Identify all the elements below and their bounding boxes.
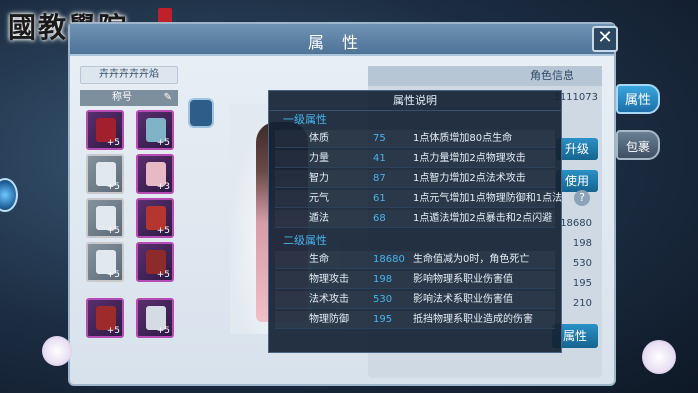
equip-slot-helmet[interactable]: +5 xyxy=(136,110,174,150)
table-row: 法术攻击 530 影响法术系职业伤害值 xyxy=(275,291,555,309)
equip-slot-bracer[interactable]: +5 xyxy=(86,154,124,194)
section-secondary-title: 二级属性 xyxy=(283,234,327,247)
table-row: 体质 75 1点体质增加80点生命 xyxy=(275,130,555,148)
flower-decoration xyxy=(642,340,676,374)
upgrade-button[interactable]: 升级 xyxy=(556,138,598,160)
player-name: 卉卉卉卉卉焰 xyxy=(80,66,178,84)
table-row: 遁法 68 1点遁法增加2点暴击和2点闪避 xyxy=(275,210,555,228)
tooltip-title: 属性说明 xyxy=(269,91,561,111)
window-title: 属性 xyxy=(307,33,376,52)
title-bar: 属性 ✕ xyxy=(70,24,618,56)
equip-slot-weapon[interactable]: +5 xyxy=(86,110,124,150)
help-icon[interactable]: ? xyxy=(574,190,590,206)
close-icon[interactable]: ✕ xyxy=(592,26,618,52)
edit-icon[interactable]: ✎ xyxy=(164,90,172,106)
value-hp: 18680 xyxy=(560,218,592,229)
title-selector[interactable]: 称号 ✎ xyxy=(80,90,178,106)
table-row: 物理攻击 198 影响物理系职业伤害值 xyxy=(275,271,555,289)
section-primary-title: 一级属性 xyxy=(283,113,327,126)
side-orb-icon[interactable] xyxy=(0,178,18,212)
emblem-icon[interactable] xyxy=(188,98,214,128)
table-row: 元气 61 1点元气增加1点物理防御和1点法 xyxy=(275,190,562,208)
tab-bag[interactable]: 包裹 xyxy=(616,130,660,160)
tab-attributes[interactable]: 属性 xyxy=(616,84,660,114)
value-magic-attack: 530 xyxy=(572,258,592,269)
flower-decoration xyxy=(42,336,72,366)
equip-slot-amulet[interactable]: +5 xyxy=(136,242,174,282)
value-physical-defense: 195 xyxy=(572,278,592,289)
table-row: 物理防御 195 抵挡物理系职业造成的伤害 xyxy=(275,311,555,329)
equip-slot-boots[interactable]: +5 xyxy=(86,242,124,282)
table-row: 力量 41 1点力量增加2点物理攻击 xyxy=(275,150,555,168)
equip-slot-pants[interactable]: +5 xyxy=(86,198,124,238)
title-label: 称号 xyxy=(112,92,132,103)
table-row: 智力 87 1点智力增加2点法术攻击 xyxy=(275,170,555,188)
table-row: 生命 18680 生命值减为0时，角色死亡 xyxy=(275,251,555,269)
attribute-tooltip: 属性说明 一级属性 体质 75 1点体质增加80点生命 力量 41 1点力量增加2点物理… xyxy=(268,90,562,353)
equip-slot-ring[interactable]: +5 xyxy=(136,198,174,238)
value-physical-attack: 198 xyxy=(572,238,592,249)
character-info-header: 角色信息 xyxy=(368,66,602,86)
equip-slot-necklace[interactable]: +3 xyxy=(136,154,174,194)
equip-slot-spear[interactable]: +5 xyxy=(86,298,124,338)
use-button[interactable]: 使用 xyxy=(556,170,598,192)
equip-slot-armor[interactable]: +5 xyxy=(136,298,174,338)
value-magic-defense: 210 xyxy=(572,298,592,309)
